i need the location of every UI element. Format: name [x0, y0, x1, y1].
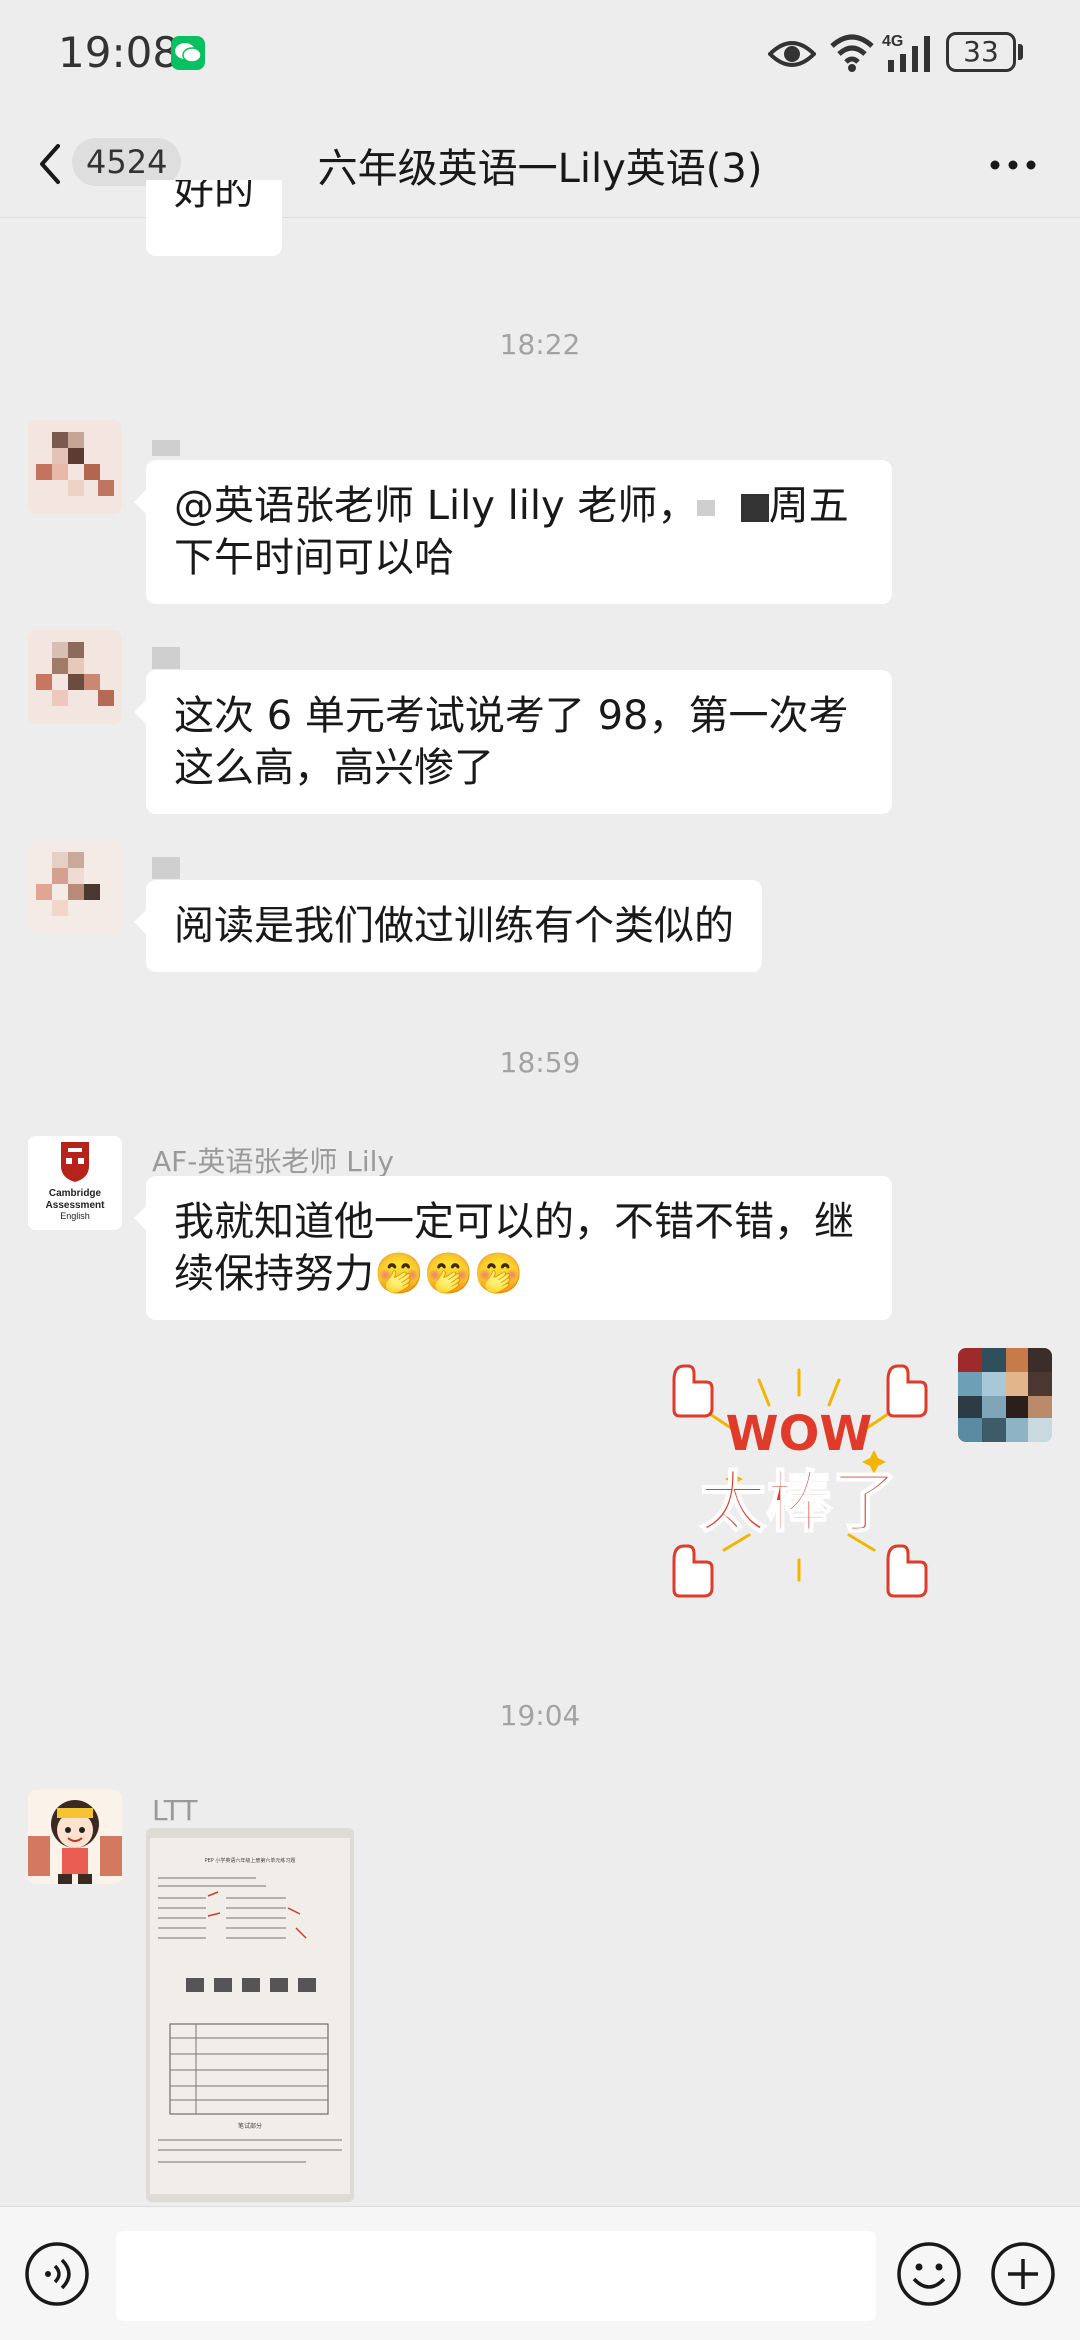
message-input[interactable] — [116, 2231, 876, 2321]
signal-icon: 4G — [882, 33, 930, 72]
battery-indicator: 33 — [946, 32, 1016, 72]
add-more-icon[interactable] — [990, 2241, 1056, 2307]
timestamp: 19:04 — [499, 1699, 581, 1732]
message-text: @英语张老师 Lily lily 老师， — [174, 483, 698, 529]
avatar[interactable] — [28, 840, 122, 934]
message-bubble[interactable]: 阅读是我们做过训练有个类似的 — [134, 880, 762, 972]
message-bubble[interactable]: 这次 6 单元考试说考了 98，第一次考这么高，高兴惨了 — [134, 670, 892, 814]
wechat-notification-icon — [171, 36, 205, 70]
sender-name-redacted — [152, 430, 180, 463]
emoji-icon[interactable] — [896, 2241, 962, 2307]
message-bubble-partial[interactable]: 好的 — [146, 180, 282, 256]
sticker-caption-text: 太棒了 — [700, 1464, 898, 1541]
more-options-icon[interactable] — [990, 160, 1036, 170]
timestamp: 18:59 — [499, 1046, 581, 1079]
status-time: 19:08 — [58, 28, 180, 77]
avatar[interactable] — [28, 630, 122, 724]
network-type-label: 4G — [882, 33, 903, 50]
message-text: 好的 — [174, 180, 254, 214]
message-text: 我就知道他一定可以的，不错不错，继续保持努力🤭🤭🤭 — [174, 1199, 854, 1297]
sender-name-redacted — [152, 640, 180, 673]
my-avatar[interactable] — [958, 1348, 1052, 1442]
cambridge-logo-text: Cambridge — [49, 1188, 102, 1199]
voice-input-icon[interactable] — [24, 2241, 90, 2307]
cambridge-logo-text: Assessment — [46, 1200, 106, 1211]
timestamp: 18:22 — [499, 328, 581, 361]
avatar[interactable] — [28, 420, 122, 514]
battery-tip — [1018, 44, 1023, 60]
photo-message[interactable]: PEP 小学英语六年级上册第六单元练习题 笔试部分 — [146, 1828, 354, 2202]
message-text: 这次 6 单元考试说考了 98，第一次考这么高，高兴惨了 — [174, 693, 849, 791]
input-bar — [0, 2206, 1080, 2340]
message-bubble[interactable]: @英语张老师 Lily lily 老师， 周五下午时间可以哈 — [134, 460, 892, 604]
avatar[interactable] — [28, 1790, 122, 1884]
message-bubble[interactable]: 我就知道他一定可以的，不错不错，继续保持努力🤭🤭🤭 — [134, 1176, 892, 1320]
sender-name: LTT — [152, 1794, 198, 1827]
worksheet-heading: PEP 小学英语六年级上册第六单元练习题 — [205, 1857, 296, 1864]
wow-sticker[interactable]: WOW 太棒了 — [664, 1350, 934, 1620]
redacted-text — [740, 494, 769, 522]
worksheet-section: 笔试部分 — [238, 2122, 262, 2130]
redacted-text — [697, 500, 716, 516]
sticker-wow-text: WOW — [726, 1406, 873, 1462]
status-bar: 19:08 4G 33 — [0, 0, 1080, 110]
cambridge-logo-text: English — [60, 1211, 90, 1221]
wifi-icon — [830, 34, 874, 72]
message-text: 阅读是我们做过训练有个类似的 — [174, 903, 734, 949]
sender-name-redacted — [152, 850, 180, 883]
eye-icon — [768, 41, 816, 67]
teacher-avatar[interactable]: Cambridge Assessment English — [28, 1136, 122, 1230]
sender-name: AF-英语张老师 Lily — [152, 1145, 394, 1178]
